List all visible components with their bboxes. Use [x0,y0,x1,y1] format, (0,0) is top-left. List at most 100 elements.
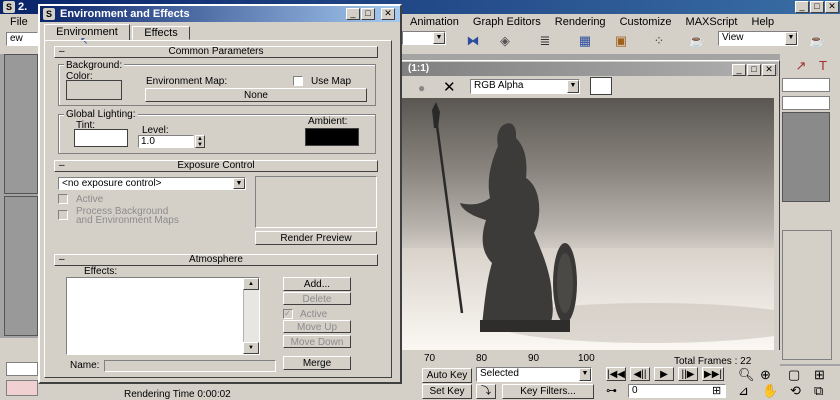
zoom-all-icon[interactable]: ⊕ [760,367,771,383]
background-color-swatch[interactable] [66,80,122,100]
align-icon[interactable]: ◈ [494,31,516,51]
play-button[interactable]: ▶ [654,367,674,381]
render-window-titlebar [400,62,778,76]
schematic-icon[interactable]: ▣ [610,31,632,51]
effect-active-checkbox[interactable]: ✓ [283,309,293,319]
use-map-checkbox[interactable] [293,76,303,86]
add-effect-button[interactable]: Add... [283,277,351,291]
menu-graph-editors[interactable]: Graph Editors [473,16,541,28]
goto-end-button[interactable]: ▶▶| [702,367,724,381]
key-mode-toggle-icon[interactable]: ⊶ [606,384,617,397]
toolbar-combo[interactable]: ▼ [402,31,446,45]
max-close-button[interactable]: ✕ [825,1,839,13]
scroll-down-icon[interactable]: ▼ [243,342,259,354]
process-background-checkbox[interactable] [58,210,68,220]
environment-map-label: Environment Map: [146,76,228,87]
render-window-maximize[interactable]: □ [747,64,761,76]
max-title-text: 2. [18,1,28,13]
menu-customize[interactable]: Customize [620,16,672,28]
command-panel-combo[interactable] [782,96,830,110]
quick-render-icon[interactable]: ☕ [806,31,828,51]
arc-rotate-icon[interactable]: ⟲ [790,383,801,399]
menu-right-items: Animation Graph Editors Rendering Customize… [410,16,788,28]
render-window-close[interactable]: ✕ [762,64,776,76]
goto-start-button[interactable]: |◀◀ [606,367,626,381]
left-status-field [6,362,38,376]
track-view-icon[interactable]: ▦ [574,31,596,51]
tint-color-swatch[interactable] [74,129,128,147]
menu-help[interactable]: Help [752,16,775,28]
effects-list[interactable] [66,277,260,355]
menu-maxscript[interactable]: MAXScript [686,16,738,28]
render-view-combo[interactable]: View ▼ [718,31,798,46]
viewport-bottom-left[interactable] [4,196,38,336]
timeline-tick-80: 80 [476,353,488,364]
max-maximize-button[interactable]: □ [810,1,824,13]
merge-button[interactable]: Merge [283,356,351,370]
key-mode-button[interactable]: ⤵ [476,384,496,399]
delete-effect-button[interactable]: Delete [283,292,351,305]
hierarchy-icon[interactable]: T [812,56,834,76]
menu-file[interactable]: File [10,16,28,28]
dialog-maximize-button[interactable]: □ [361,8,375,20]
material-editor-icon[interactable]: ⁘ [648,31,670,51]
statue-illustration [402,102,774,350]
timeline-tick-90: 90 [528,353,540,364]
effect-active-label: Active [300,309,328,320]
level-spinner-arrows[interactable]: ▲ ▼ [195,135,205,148]
chevron-down-icon: ▼ [579,368,591,381]
channel-combo[interactable]: RGB Alpha ▼ [470,79,580,94]
dialog-minimize-button[interactable]: _ [346,8,360,20]
modify-icon[interactable]: ↗ [790,56,812,76]
channel-color-swatch[interactable] [590,77,612,95]
exposure-control-header[interactable]: – Exposure Control [54,160,378,172]
key-filters-button[interactable]: Key Filters... [502,384,594,399]
layers-icon[interactable]: ≣ [534,31,556,51]
zoom-extents-all-icon[interactable]: ⊞ [814,367,825,383]
field-of-view-icon[interactable]: ⊿ [738,383,749,399]
pan-icon[interactable]: ✋ [762,383,778,399]
rendered-image [402,98,774,350]
environment-map-button[interactable]: None [145,88,367,102]
clear-icon[interactable]: ✕ [443,78,456,96]
zoom-icon[interactable]: 🔍︎ [738,367,755,383]
rendering-time-status: Rendering Time 0:00:02 [124,389,231,400]
move-up-button[interactable]: Move Up [283,320,351,333]
render-scene-icon[interactable]: ☕ [686,31,708,51]
viewport-top-left[interactable] [4,54,38,194]
level-spinner-field[interactable]: 1.0 [138,135,194,148]
prev-frame-button[interactable]: ◀|| [630,367,650,381]
render-window-title: (1:1) [408,63,430,74]
command-panel-field[interactable] [782,78,830,92]
selected-combo[interactable]: Selected ▼ [476,367,592,382]
scroll-up-icon[interactable]: ▲ [243,278,259,290]
mirror-icon[interactable]: ⧓ [462,31,484,51]
maximize-viewport-icon[interactable]: ⧉ [814,383,823,399]
menu-rendering[interactable]: Rendering [555,16,606,28]
atmosphere-header[interactable]: – Atmosphere [54,254,378,266]
effects-label: Effects: [84,266,118,277]
dialog-close-button[interactable]: ✕ [381,8,395,20]
left-view-combo[interactable]: ew [6,32,38,46]
set-key-button[interactable]: Set Key [422,384,472,399]
next-frame-button[interactable]: ||▶ [678,367,698,381]
modifier-stack-list[interactable] [782,112,830,202]
auto-key-button[interactable]: Auto Key [422,368,472,383]
render-window-minimize[interactable]: _ [732,64,746,76]
exposure-control-combo[interactable]: <no exposure control> ▼ [58,177,246,190]
zoom-extents-icon[interactable]: ▢ [788,367,800,383]
time-config-icon[interactable]: ⊞ [712,384,721,397]
menu-animation[interactable]: Animation [410,16,459,28]
move-down-button[interactable]: Move Down [283,335,351,348]
display-red-channel-icon[interactable]: ● [418,81,425,95]
ambient-color-swatch[interactable] [305,128,359,146]
name-label: Name: [70,360,100,371]
exposure-active-checkbox[interactable] [58,194,68,204]
common-parameters-header[interactable]: – Common Parameters [54,46,378,58]
chevron-down-icon: ▼ [785,32,797,45]
effect-name-field[interactable] [104,360,276,372]
tab-effects[interactable]: Effects [132,26,190,40]
left-red-field [6,380,38,396]
max-minimize-button[interactable]: _ [795,1,809,13]
render-preview-button[interactable]: Render Preview [255,231,377,245]
